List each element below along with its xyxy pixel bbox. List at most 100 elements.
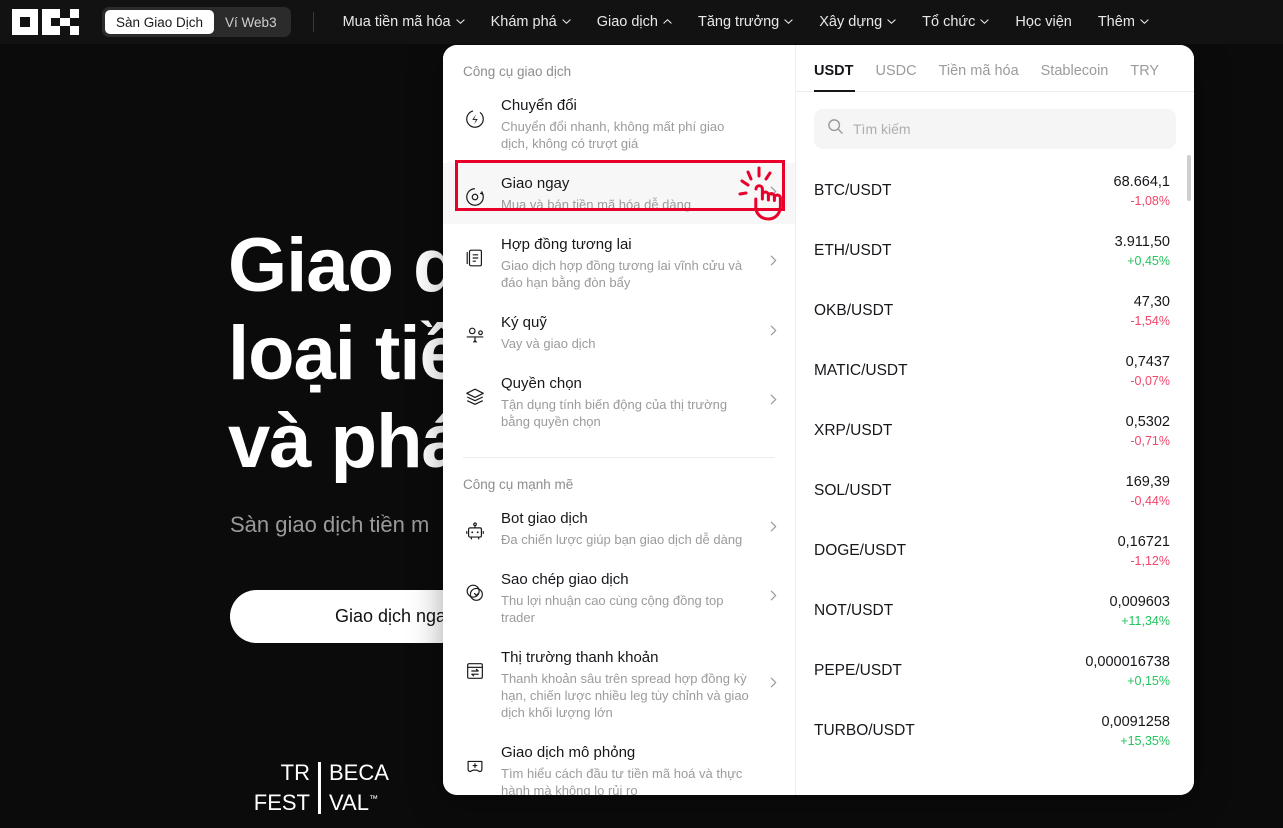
futures-icon [463, 235, 487, 269]
menu-left-column: Công cụ giao dịch Chuyển đổi Chuyển đổi … [443, 45, 795, 795]
segment-exchange[interactable]: Sàn Giao Dịch [105, 10, 215, 34]
options-icon [463, 374, 487, 408]
hero-title-line-2: loại tiề [228, 311, 462, 396]
hero-cta-label: Giao dịch ngay [334, 606, 456, 626]
menu-group-title-powerful-tools: Công cụ mạnh mẽ [463, 477, 574, 492]
market-row-eth-usdt[interactable]: ETH/USDT 3.911,50 +0,45% [796, 221, 1194, 281]
market-price: 3.911,50 [1114, 234, 1170, 250]
chevron-down-icon [980, 17, 990, 26]
chevron-up-icon [663, 17, 672, 26]
menu-item-futures-title: Hợp đồng tương lai [501, 236, 632, 253]
market-symbol: DOGE/USDT [814, 542, 907, 559]
nav-item-buy-crypto[interactable]: Mua tiền mã hóa [330, 0, 478, 44]
market-values: 0,000016738 +0,15% [1085, 652, 1170, 690]
market-row-pepe-usdt[interactable]: PEPE/USDT 0,000016738 +0,15% [796, 641, 1194, 701]
market-list[interactable]: BTC/USDT 68.664,1 -1,08% ETH/USDT 3.911,… [796, 161, 1194, 756]
copytrade-icon [463, 570, 487, 604]
menu-item-spot-title: Giao ngay [501, 175, 570, 192]
market-row-doge-usdt[interactable]: DOGE/USDT 0,16721 -1,12% [796, 521, 1194, 581]
market-change: -1,54% [1130, 314, 1170, 328]
menu-item-convert-text: Chuyển đổi Chuyển đổi nhanh, không mất p… [501, 96, 753, 152]
market-row-turbo-usdt[interactable]: TURBO/USDT 0,0091258 +15,35% [796, 701, 1194, 756]
market-price: 169,39 [1125, 474, 1170, 490]
menu-item-liquidity-marketplace[interactable]: Thị trường thanh khoản Thanh khoản sâu t… [443, 637, 795, 732]
market-symbol: ETH/USDT [814, 242, 892, 259]
market-price: 0,009603 [1109, 594, 1170, 610]
menu-item-trading-bot-title: Bot giao dịch [501, 510, 588, 527]
okx-logo[interactable] [12, 9, 80, 35]
market-row-not-usdt[interactable]: NOT/USDT 0,009603 +11,34% [796, 581, 1194, 641]
market-row-btc-usdt[interactable]: BTC/USDT 68.664,1 -1,08% [796, 161, 1194, 221]
margin-icon [463, 313, 487, 347]
nav-label-grow: Tăng trưởng [697, 14, 780, 30]
market-row-xrp-usdt[interactable]: XRP/USDT 0,5302 -0,71% [796, 401, 1194, 461]
menu-item-trading-bot[interactable]: Bot giao dịch Đa chiến lược giúp bạn gia… [443, 498, 795, 559]
menu-item-spot[interactable]: Giao ngay Mua và bán tiền mã hóa dễ dàng [443, 163, 795, 224]
market-symbol: XRP/USDT [814, 422, 893, 439]
tribeca-tm: ™ [368, 793, 378, 804]
main-nav: Mua tiền mã hóa Khám phá Giao dịch Tăng … [330, 0, 1162, 44]
nav-item-trade[interactable]: Giao dịch [584, 0, 685, 44]
market-values: 0,009603 +11,34% [1110, 592, 1170, 630]
menu-item-futures[interactable]: Hợp đồng tương lai Giao dịch hợp đồng tư… [443, 224, 795, 302]
nav-label-academy: Học viện [1015, 14, 1072, 30]
nav-item-build[interactable]: Xây dựng [806, 0, 909, 44]
tab-crypto-label: Tiền mã hóa [938, 63, 1019, 79]
menu-item-margin-text: Ký quỹ Vay và giao dịch [501, 313, 753, 352]
nav-item-grow[interactable]: Tăng trưởng [685, 0, 806, 44]
tab-usdt[interactable]: USDT [814, 63, 865, 92]
tab-stablecoin[interactable]: Stablecoin [1041, 63, 1121, 91]
menu-item-copy-trading[interactable]: Sao chép giao dịch Thu lợi nhuận cao cùn… [443, 559, 795, 637]
tab-usdt-label: USDT [814, 63, 854, 79]
menu-item-demo-trading-title: Giao dịch mô phỏng [501, 744, 636, 761]
nav-item-more[interactable]: Thêm [1085, 0, 1162, 44]
menu-item-margin-desc: Vay và giao dịch [501, 336, 596, 351]
market-symbol: MATIC/USDT [814, 362, 908, 379]
tribeca-val: VAL™ [329, 790, 378, 815]
nav-item-academy[interactable]: Học viện [1002, 0, 1084, 44]
nav-label-trade: Giao dịch [596, 14, 658, 30]
hero-title: Giao d loại tiề và phá [228, 222, 464, 486]
liquidity-icon [463, 648, 487, 682]
tribeca-tr: TR [280, 760, 310, 785]
menu-item-convert[interactable]: Chuyển đổi Chuyển đổi nhanh, không mất p… [443, 85, 795, 163]
market-panel: USDT USDC Tiền mã hóa Stablecoin TRY Tìm… [795, 45, 1194, 795]
menu-item-margin[interactable]: Ký quỹ Vay và giao dịch [443, 302, 795, 363]
market-row-matic-usdt[interactable]: MATIC/USDT 0,7437 -0,07% [796, 341, 1194, 401]
chevron-right-icon [767, 589, 781, 607]
market-change: +0,15% [1127, 674, 1170, 688]
market-list-scrollbar[interactable] [1187, 155, 1191, 201]
trade-mega-menu: Công cụ giao dịch Chuyển đổi Chuyển đổi … [443, 45, 1194, 795]
menu-item-options[interactable]: Quyền chọn Tận dụng tính biến động của t… [443, 363, 795, 441]
market-values: 0,16721 -1,12% [1118, 532, 1170, 570]
menu-item-demo-trading[interactable]: Giao dịch mô phỏng Tìm hiểu cách đầu tư … [443, 732, 795, 795]
tab-try[interactable]: TRY [1130, 63, 1171, 91]
chevron-right-icon [767, 254, 781, 272]
market-symbol: SOL/USDT [814, 482, 892, 499]
segment-web3-wallet[interactable]: Ví Web3 [214, 10, 288, 34]
nav-label-discover: Khám phá [490, 14, 557, 30]
chevron-down-icon [455, 17, 465, 26]
tribeca-divider [318, 762, 321, 814]
market-symbol: OKB/USDT [814, 302, 894, 319]
menu-item-demo-trading-text: Giao dịch mô phỏng Tìm hiểu cách đầu tư … [501, 743, 753, 795]
tab-crypto[interactable]: Tiền mã hóa [939, 63, 1031, 91]
hero-title-line-1: Giao d [228, 223, 459, 308]
search-input[interactable]: Tìm kiếm [814, 109, 1176, 149]
menu-item-copy-trading-desc: Thu lợi nhuận cao cùng cộng đồng top tra… [501, 593, 724, 625]
tab-usdc[interactable]: USDC [875, 63, 928, 91]
market-row-okb-usdt[interactable]: OKB/USDT 47,30 -1,54% [796, 281, 1194, 341]
nav-item-institutional[interactable]: Tổ chức [909, 0, 1002, 44]
market-change: +0,45% [1127, 254, 1170, 268]
menu-item-liquidity-marketplace-text: Thị trường thanh khoản Thanh khoản sâu t… [501, 648, 753, 721]
tab-usdc-label: USDC [875, 63, 917, 79]
product-switcher: Sàn Giao Dịch Ví Web3 [102, 7, 291, 37]
menu-item-demo-trading-desc: Tìm hiểu cách đầu tư tiền mã hoá và thực… [501, 766, 743, 795]
menu-item-convert-desc: Chuyển đổi nhanh, không mất phí giao dịc… [501, 119, 725, 151]
market-row-sol-usdt[interactable]: SOL/USDT 169,39 -0,44% [796, 461, 1194, 521]
menu-item-copy-trading-text: Sao chép giao dịch Thu lợi nhuận cao cùn… [501, 570, 753, 626]
tribeca-fest: FEST [253, 790, 310, 815]
tab-try-label: TRY [1130, 63, 1160, 79]
nav-item-discover[interactable]: Khám phá [478, 0, 584, 44]
hero-subtitle: Sàn giao dịch tiền m [230, 512, 430, 537]
